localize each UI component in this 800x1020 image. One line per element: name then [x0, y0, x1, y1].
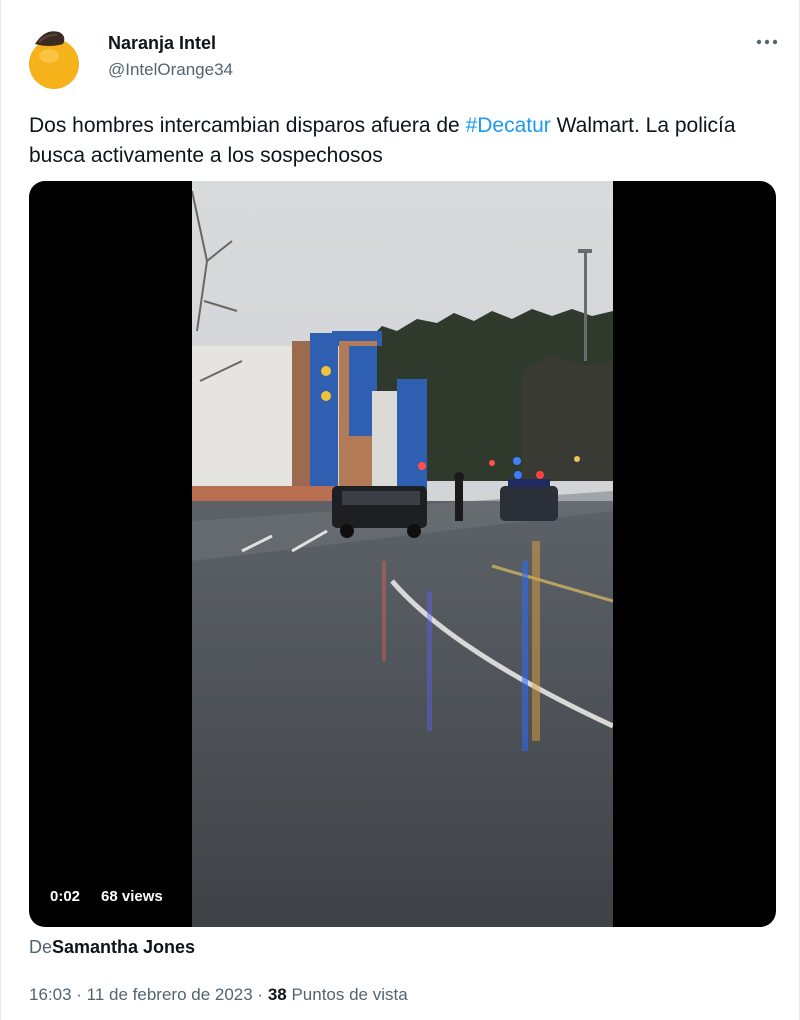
video-view-count: 68 views [101, 888, 163, 905]
video-timestamp: 0:02 [50, 888, 81, 905]
views-count: 38 [267, 985, 287, 1004]
tweet-text: Dos hombres intercambian disparos afuera… [29, 111, 769, 171]
author-name[interactable]: Naranja Intel [108, 33, 216, 54]
tweet-text-before: Dos hombres intercambian disparos afuera… [29, 114, 466, 137]
tweet-time[interactable]: 16:03 [29, 985, 72, 1004]
hashtag-link[interactable]: #Decatur [466, 114, 551, 137]
meta-separator: · [71, 985, 87, 1004]
video-player[interactable]: 0:02 68 views [29, 181, 776, 927]
more-options-button[interactable] [753, 28, 781, 56]
credit-prefix: De [29, 937, 53, 957]
tweet-date[interactable]: 11 de febrero de 2023 [87, 985, 253, 1004]
orange-fruit-avatar-icon [29, 31, 79, 89]
credit-name-link[interactable]: Samantha Jones [52, 937, 195, 957]
author-handle[interactable]: @IntelOrange34 [108, 60, 233, 80]
tweet-meta: 16:03 · 11 de febrero de 2023 · 38 Punto… [29, 985, 408, 1005]
views-label: Puntos de vista [286, 985, 408, 1004]
more-horizontal-icon [756, 39, 778, 45]
tweet-card: Naranja Intel @IntelOrange34 Dos hombres… [0, 0, 800, 1020]
media-credit: DeSamantha Jones [29, 937, 195, 958]
meta-separator: · [252, 985, 268, 1004]
avatar[interactable] [27, 26, 81, 90]
video-frame-scene [192, 181, 613, 927]
